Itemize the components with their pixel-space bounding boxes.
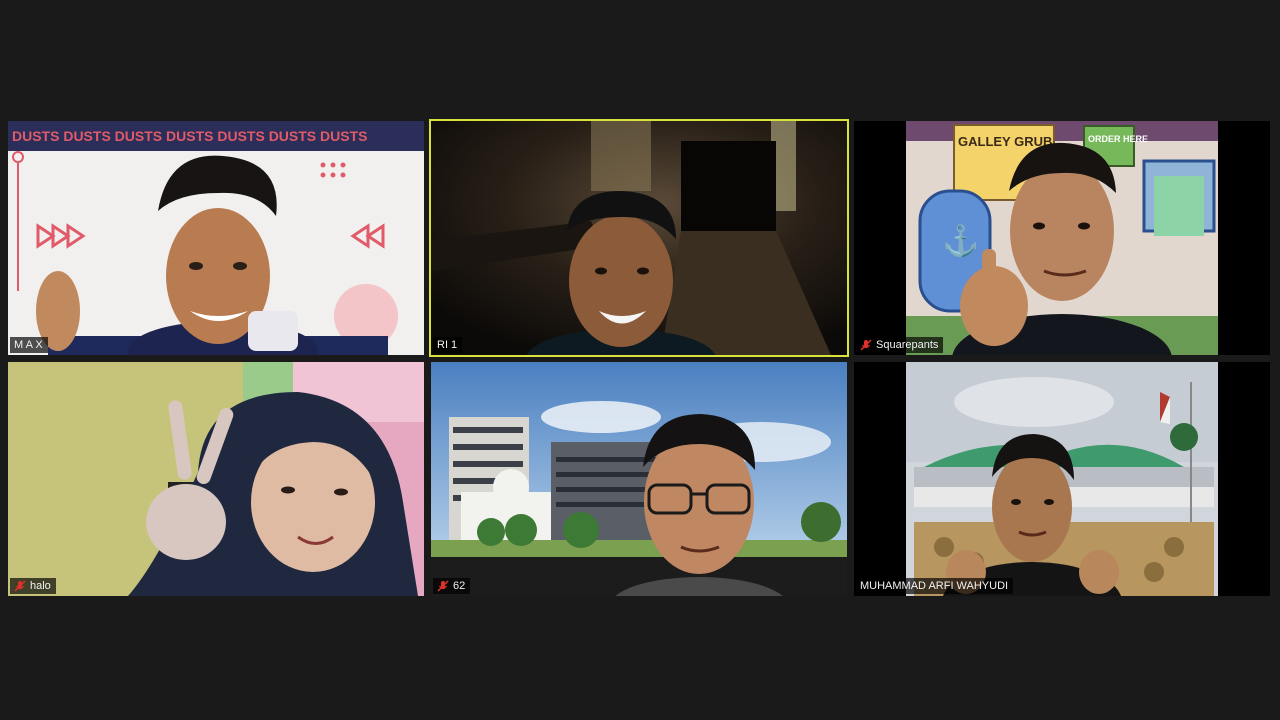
video-feed: DUSTS DUSTS DUSTS DUSTS DUSTS DUSTS DUST… <box>8 121 424 355</box>
participant-name-tag: RI 1 <box>433 337 463 353</box>
video-tile-ri1-active-speaker[interactable]: RI 1 <box>429 119 849 357</box>
video-feed <box>8 362 424 596</box>
participant-name: M A X <box>14 339 43 351</box>
anchor-icon: ⚓ <box>942 223 979 258</box>
galley-sign-text: GALLEY GRUB <box>958 134 1052 149</box>
participant-name: 62 <box>453 580 466 592</box>
video-tile-muhammad-arfi-wahyudi[interactable]: MUHAMMAD ARFI WAHYUDI <box>854 362 1270 596</box>
video-tile-halo[interactable]: halo <box>8 362 424 596</box>
participant-name: halo <box>30 580 51 592</box>
participant-name-tag: 62 <box>433 578 471 594</box>
video-feed <box>431 362 847 596</box>
participant-name: MUHAMMAD ARFI WAHYUDI <box>860 580 1009 592</box>
muted-mic-icon <box>437 580 449 592</box>
participant-name-tag: Squarepants <box>856 337 944 353</box>
participant-name-tag: MUHAMMAD ARFI WAHYUDI <box>856 578 1014 594</box>
video-feed: GALLEY GRUB ORDER HERE ⚓ <box>854 121 1270 355</box>
participant-name-tag: halo <box>10 578 56 594</box>
meeting-gallery: DUSTS DUSTS DUSTS DUSTS DUSTS DUSTS DUST… <box>0 0 1280 720</box>
muted-mic-icon <box>860 339 872 351</box>
participant-name: Squarepants <box>876 339 939 351</box>
video-feed <box>431 121 847 355</box>
muted-mic-icon <box>14 580 26 592</box>
video-tile-squarepants[interactable]: GALLEY GRUB ORDER HERE ⚓ Squarepants <box>854 121 1270 355</box>
video-feed <box>854 362 1270 596</box>
video-tile-62[interactable]: 62 <box>431 362 847 596</box>
banner-text: DUSTS DUSTS DUSTS DUSTS DUSTS DUSTS DUST… <box>12 128 367 144</box>
participant-name: RI 1 <box>437 339 458 351</box>
order-sign-text: ORDER HERE <box>1088 134 1148 144</box>
participant-name-tag: M A X <box>10 337 48 353</box>
video-tile-max[interactable]: DUSTS DUSTS DUSTS DUSTS DUSTS DUSTS DUST… <box>8 121 424 355</box>
